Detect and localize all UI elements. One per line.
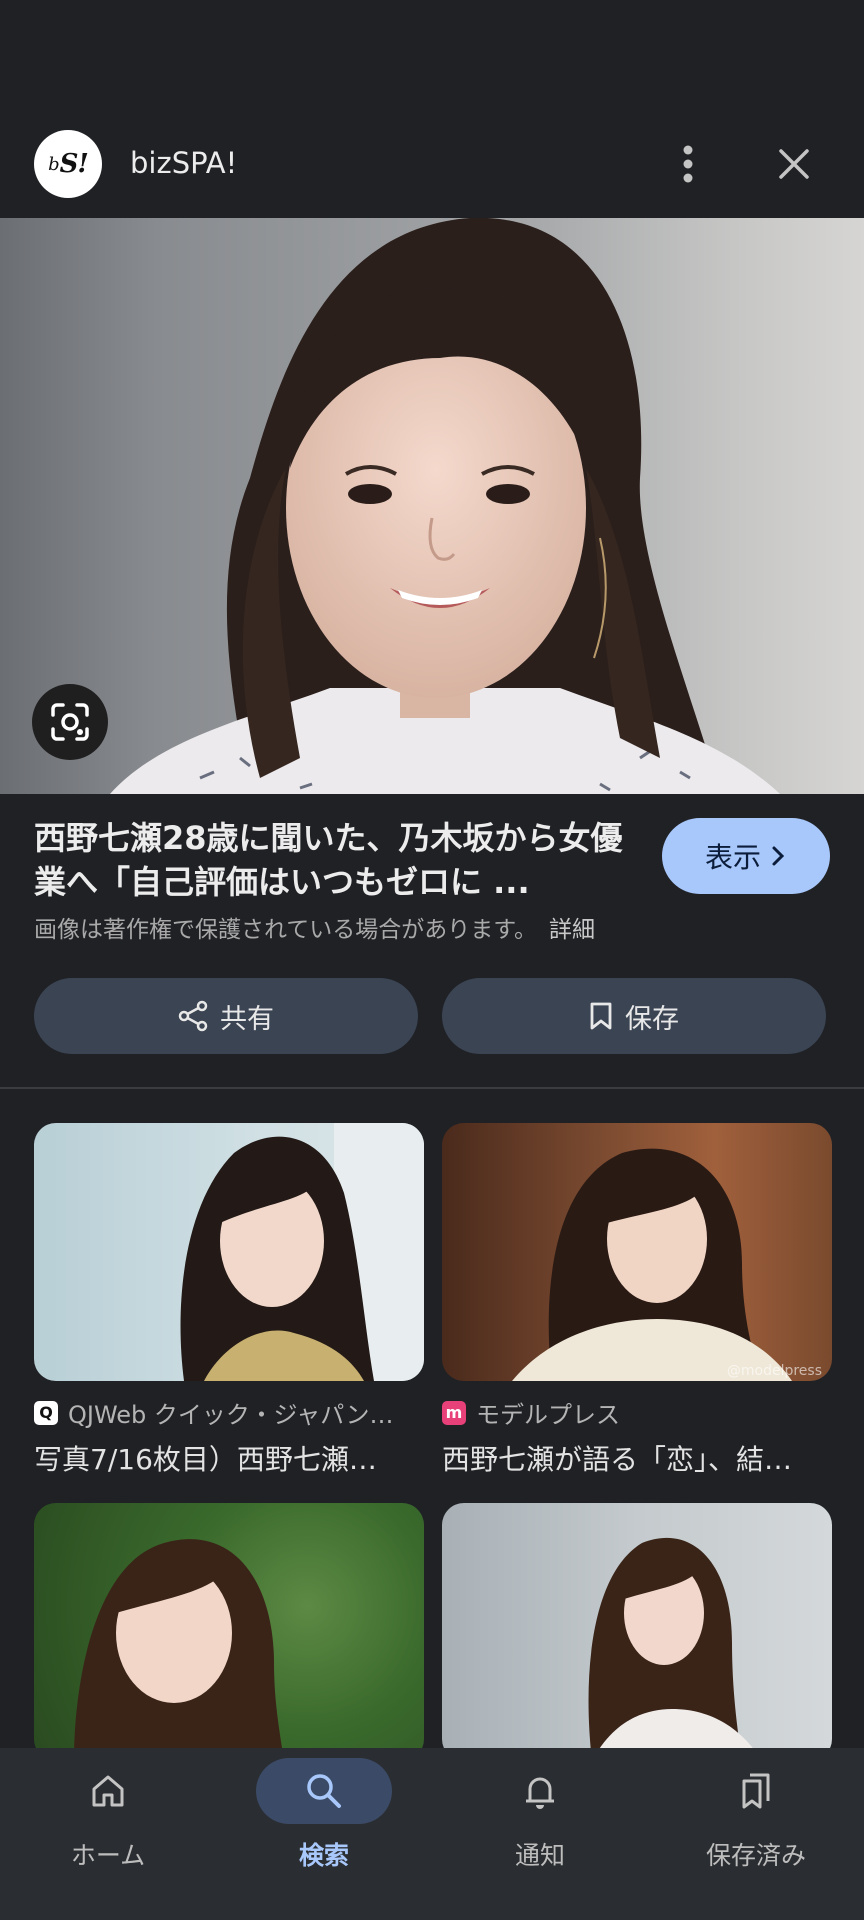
related-thumbnail[interactable]	[34, 1123, 424, 1381]
nav-label: 通知	[514, 1841, 565, 1870]
thumbnail-image	[74, 1539, 284, 1761]
related-thumbnail[interactable]: @modelpress	[442, 1123, 832, 1381]
details-link[interactable]: 詳細	[549, 917, 595, 943]
source-name: QJWeb クイック・ジャパン…	[68, 1401, 394, 1429]
portrait-illustration	[110, 218, 780, 794]
show-button-label: 表示	[704, 841, 761, 874]
source-name: モデルプレス	[476, 1401, 620, 1429]
copyright-text: 画像は著作権で保護されている場合があります。	[34, 917, 538, 943]
thumbnail-image	[180, 1123, 424, 1381]
related-card[interactable]: @modelpress m モデルプレス 西野七瀬が語る「恋」、結…	[442, 1123, 832, 1478]
related-source: m モデルプレス	[442, 1395, 832, 1430]
lens-search-button[interactable]	[32, 684, 108, 760]
nav-label: 検索	[298, 1841, 349, 1870]
modelpress-source-icon: m	[442, 1400, 466, 1425]
bookmarks-icon	[742, 1773, 770, 1809]
site-name[interactable]: bizSPA!	[130, 146, 237, 180]
thumbnail-image	[588, 1537, 762, 1761]
nav-search[interactable]: 検索	[216, 1748, 432, 1920]
thumbnail-image: @modelpress	[512, 1148, 822, 1381]
lens-icon	[51, 703, 89, 741]
save-label: 保存	[625, 1003, 679, 1035]
related-card[interactable]	[442, 1503, 832, 1761]
nav-home[interactable]: ホーム	[0, 1748, 216, 1920]
main-image[interactable]	[0, 218, 864, 794]
site-logo[interactable]: b S!	[34, 130, 102, 198]
nav-pill-active	[256, 1758, 392, 1824]
related-thumbnail[interactable]	[442, 1503, 832, 1761]
nav-pill	[40, 1758, 176, 1824]
search-icon	[307, 1774, 341, 1808]
status-bar	[0, 0, 864, 110]
nav-pill	[472, 1758, 608, 1824]
home-icon	[92, 1775, 124, 1807]
result-title[interactable]: 西野七瀬28歳に聞いた、乃木坂から女優業へ「自己評価はいつもゼロに ...	[34, 816, 634, 904]
nav-label: ホーム	[70, 1841, 146, 1870]
save-button[interactable]: 保存	[442, 978, 826, 1054]
qjweb-source-icon: Q	[34, 1400, 58, 1425]
related-caption[interactable]: 西野七瀬が語る「恋」、結…	[442, 1438, 832, 1478]
nav-pill	[688, 1758, 824, 1824]
related-card[interactable]: Q QJWeb クイック・ジャパン… 写真7/16枚目）西野七瀬…	[34, 1123, 424, 1478]
result-header: b S! bizSPA!	[0, 110, 864, 218]
more-options-icon[interactable]	[664, 134, 712, 194]
show-button[interactable]: 表示	[662, 818, 830, 894]
nav-label: 保存済み	[705, 1841, 806, 1870]
related-source: Q QJWeb クイック・ジャパン…	[34, 1395, 424, 1430]
bottom-navigation: ホーム 検索 通知 保存済み	[0, 1748, 864, 1920]
nav-saved[interactable]: 保存済み	[648, 1748, 864, 1920]
nav-notifications[interactable]: 通知	[432, 1748, 648, 1920]
bookmark-icon	[590, 1002, 612, 1030]
related-caption[interactable]: 写真7/16枚目）西野七瀬…	[34, 1438, 424, 1478]
chevron-right-icon	[772, 846, 785, 866]
watermark-text: @modelpress	[727, 1363, 822, 1379]
related-card[interactable]	[34, 1503, 424, 1761]
bell-icon	[526, 1777, 554, 1809]
close-icon[interactable]	[764, 134, 824, 194]
share-label: 共有	[220, 1003, 274, 1035]
related-thumbnail[interactable]	[34, 1503, 424, 1761]
share-button[interactable]: 共有	[34, 978, 418, 1054]
share-icon	[178, 1000, 208, 1032]
divider	[0, 1087, 864, 1089]
copyright-notice: 画像は著作権で保護されている場合があります。 詳細	[34, 910, 595, 944]
